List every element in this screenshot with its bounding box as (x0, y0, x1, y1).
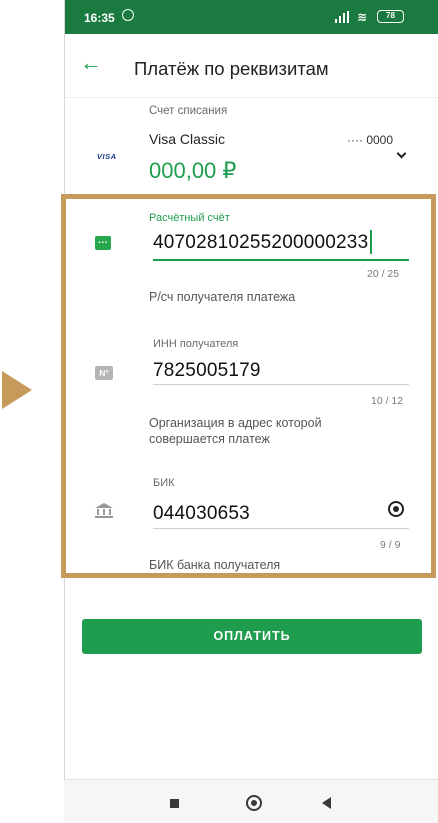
card-mask: ···· 0000 (347, 133, 394, 147)
recent-apps-icon[interactable] (170, 799, 179, 808)
status-bar: 16:35 ≋ 78 (65, 0, 438, 34)
wifi-icon: ≋ (357, 10, 368, 24)
chevron-down-icon[interactable] (396, 148, 407, 159)
pay-button[interactable]: ОПЛАТИТЬ (82, 619, 422, 654)
battery-icon: 78 (377, 10, 404, 23)
app-bar: ← Платёж по реквизитам (65, 34, 438, 98)
back-triangle-icon[interactable] (322, 797, 331, 809)
account-balance: 000,00 ₽ (149, 158, 237, 183)
highlight-frame (61, 194, 436, 578)
visa-logo: VISA (97, 152, 117, 161)
android-nav-bar (64, 779, 438, 823)
signal-icon (335, 11, 349, 23)
arrow-left-icon[interactable]: ← (80, 52, 102, 74)
debit-account-label: Счет списания (149, 105, 228, 117)
pointer-arrow (2, 371, 32, 409)
home-icon[interactable] (246, 795, 262, 811)
card-name[interactable]: Visa Classic (149, 131, 225, 147)
page-title: Платёж по реквизитам (134, 58, 329, 79)
status-time: 16:35 (84, 11, 115, 25)
alarm-icon (122, 9, 134, 21)
